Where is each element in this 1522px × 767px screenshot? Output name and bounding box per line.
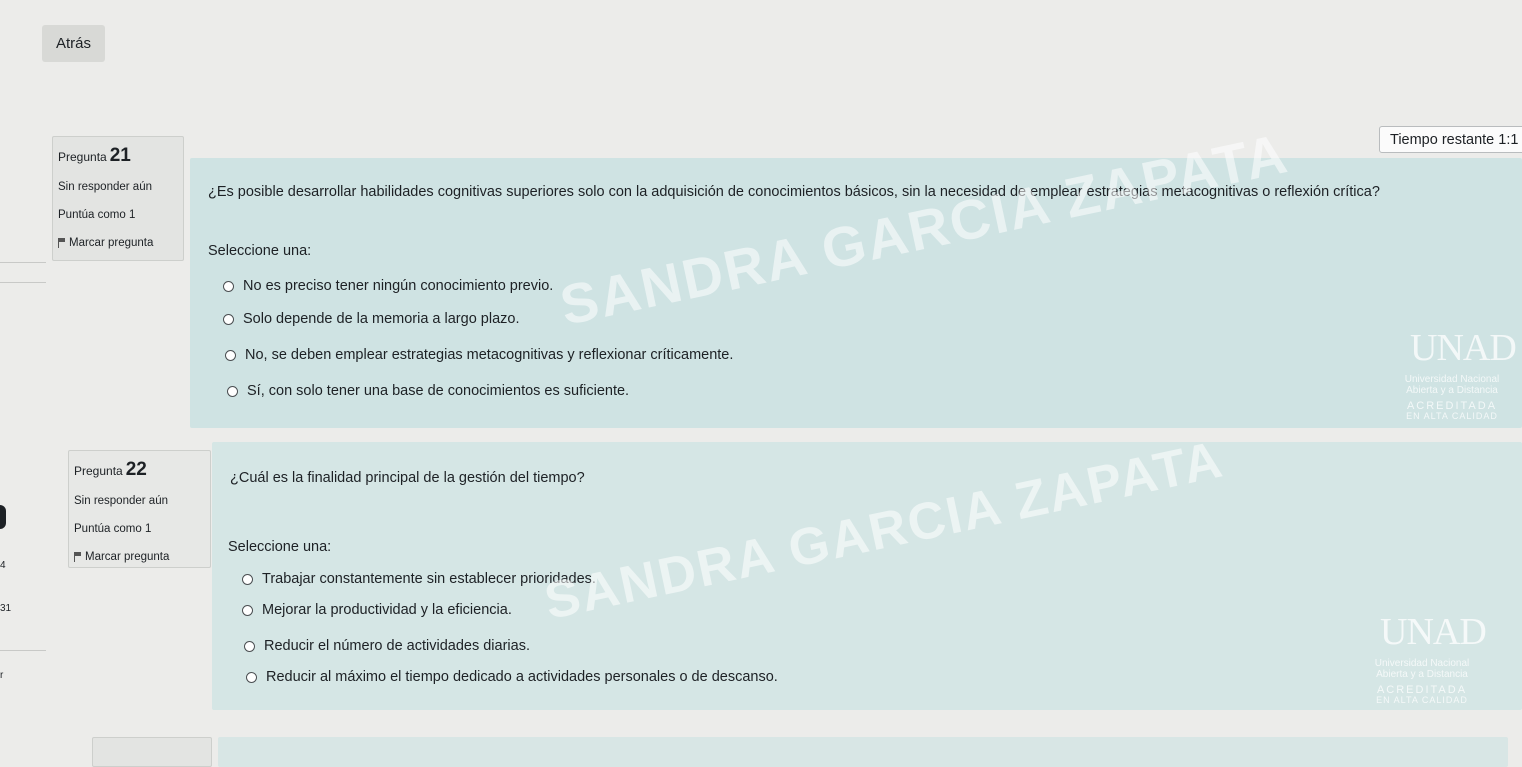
question-content: ¿Es posible desarrollar habilidades cogn… bbox=[190, 121, 1522, 428]
sidebar-fragment: r bbox=[0, 670, 4, 681]
time-remaining: Tiempo restante 1:1 bbox=[1379, 126, 1522, 153]
answer-option[interactable]: No, se deben emplear estrategias metacog… bbox=[225, 347, 733, 363]
question-info-panel: Pregunta 21 Sin responder aún Puntúa como… bbox=[52, 136, 184, 261]
radio-button[interactable] bbox=[246, 671, 257, 683]
question-number: Pregunta 22 bbox=[74, 459, 147, 480]
sidebar-fragment: 31 bbox=[0, 603, 12, 614]
flag-question-button[interactable]: Marcar pregunta bbox=[74, 551, 206, 563]
question-text: ¿Cuál es la finalidad principal de la ge… bbox=[230, 470, 585, 486]
question-score: Puntúa como 1 bbox=[58, 209, 136, 221]
answer-option[interactable]: Trabajar constantemente sin establecer p… bbox=[242, 571, 596, 587]
answer-option[interactable]: No es preciso tener ningún conocimiento … bbox=[223, 278, 553, 294]
radio-button[interactable] bbox=[242, 604, 253, 616]
watermark-name: SANDRA GARCIA ZAPATA bbox=[539, 430, 1229, 632]
question-info-panel: Pregunta 22 Sin responder aún Puntúa como… bbox=[68, 450, 211, 568]
unad-logo: UNAD Universidad Nacional Abierta y a Di… bbox=[1374, 611, 1487, 705]
flag-icon bbox=[58, 238, 65, 248]
edge-line bbox=[0, 650, 46, 651]
flag-question-label: Marcar pregunta bbox=[69, 237, 154, 249]
radio-button[interactable] bbox=[227, 385, 238, 397]
radio-button[interactable] bbox=[244, 640, 255, 652]
radio-button[interactable] bbox=[225, 349, 236, 361]
question-content: ¿Cuál es la finalidad principal de la ge… bbox=[212, 430, 1522, 710]
next-question-content bbox=[218, 737, 1508, 767]
answer-option[interactable]: Reducir al máximo el tiempo dedicado a a… bbox=[246, 669, 778, 685]
sidebar-marker bbox=[0, 505, 6, 529]
radio-button[interactable] bbox=[223, 313, 234, 325]
answer-option[interactable]: Reducir el número de actividades diarias… bbox=[244, 638, 530, 654]
flag-question-label: Marcar pregunta bbox=[85, 551, 170, 563]
flag-question-button[interactable]: Marcar pregunta bbox=[58, 237, 179, 249]
back-button[interactable]: Atrás bbox=[42, 25, 105, 62]
watermark-name: SANDRA GARCIA ZAPATA bbox=[554, 121, 1294, 338]
question-score: Puntúa como 1 bbox=[74, 523, 152, 535]
radio-button[interactable] bbox=[223, 280, 234, 292]
edge-line bbox=[0, 262, 46, 263]
next-question-info-panel bbox=[92, 737, 212, 767]
question-status: Sin responder aún bbox=[58, 181, 152, 193]
question-text: ¿Es posible desarrollar habilidades cogn… bbox=[208, 184, 1380, 200]
answer-option[interactable]: Sí, con solo tener una base de conocimie… bbox=[227, 383, 629, 399]
unad-logo: UNAD Universidad Nacional Abierta y a Di… bbox=[1404, 327, 1517, 421]
answer-option[interactable]: Mejorar la productividad y la eficiencia… bbox=[242, 602, 512, 618]
edge-line bbox=[0, 282, 46, 283]
answer-prompt: Seleccione una: bbox=[208, 243, 312, 259]
question-number: Pregunta 21 bbox=[58, 145, 131, 166]
sidebar-fragment: 4 bbox=[0, 560, 6, 571]
radio-button[interactable] bbox=[242, 573, 253, 585]
flag-icon bbox=[74, 552, 81, 562]
answer-option[interactable]: Solo depende de la memoria a largo plazo… bbox=[223, 311, 519, 327]
answer-prompt: Seleccione una: bbox=[228, 539, 332, 555]
question-status: Sin responder aún bbox=[74, 495, 168, 507]
